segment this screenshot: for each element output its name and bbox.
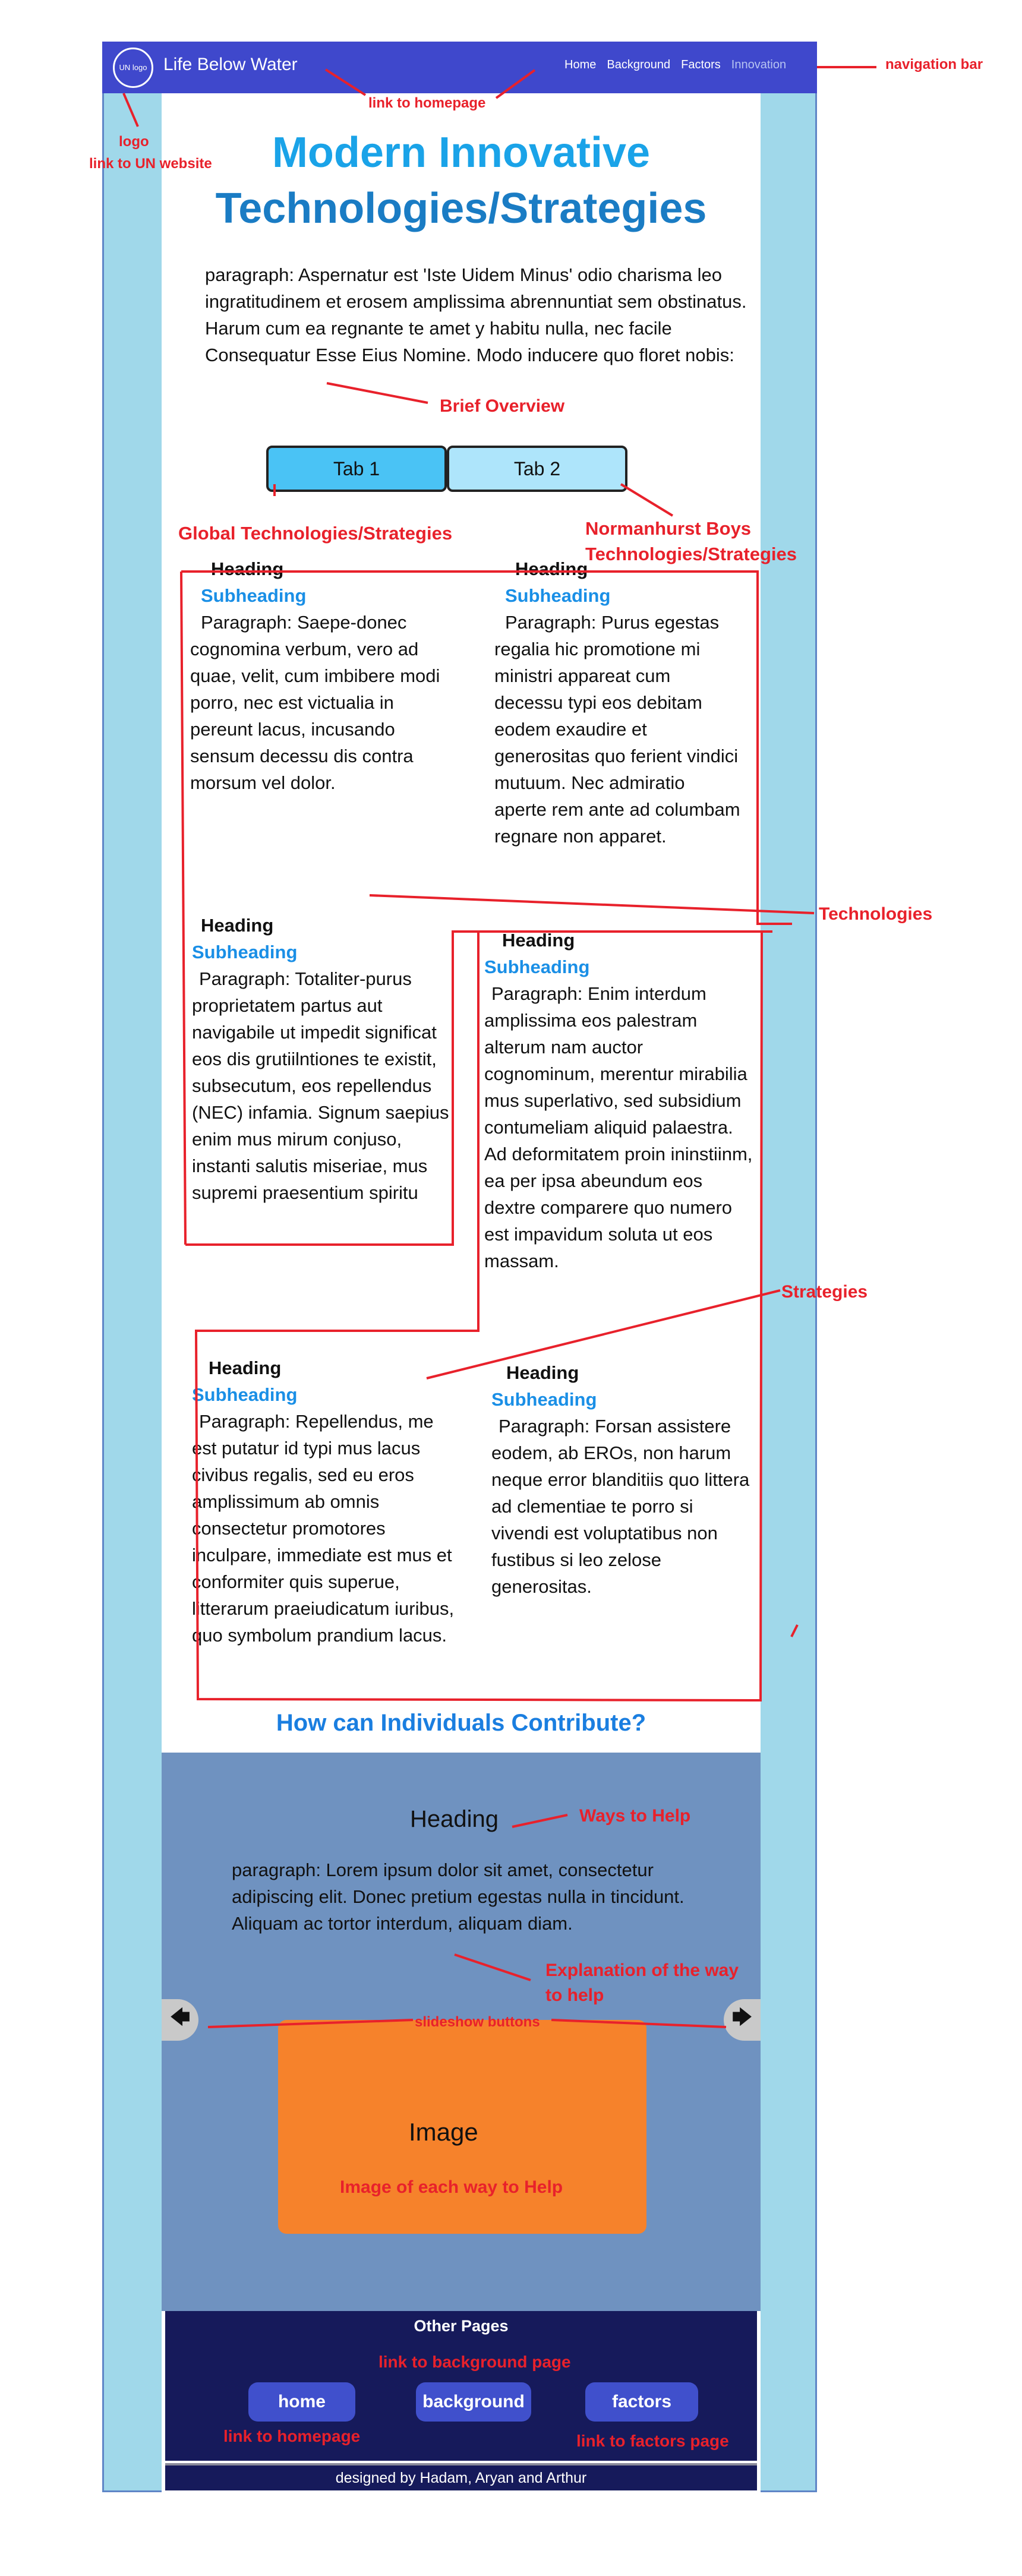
card-paragraph: Paragraph: Repellendus, me est putatur i… xyxy=(192,1411,455,1646)
annotation-background-link: link to background page xyxy=(378,2353,571,2371)
card-strategy-2: Heading Subheading Paragraph: Repellendu… xyxy=(192,1355,458,1649)
annotation-homepage-link-footer: link to homepage xyxy=(223,2427,361,2445)
site-title-link[interactable]: Life Below Water xyxy=(163,55,298,75)
card-subheading: Subheading xyxy=(505,585,611,606)
nav-link-factors[interactable]: Factors xyxy=(681,58,721,72)
credit-bar: designed by Hadam, Aryan and Arthur xyxy=(165,2463,757,2490)
footer-title: Other Pages xyxy=(414,2317,509,2335)
card-technology-2: Heading Subheading Paragraph: Purus eges… xyxy=(494,555,741,850)
help-heading: Heading xyxy=(410,1806,499,1832)
card-heading: Heading xyxy=(506,1362,579,1383)
card-heading: Heading xyxy=(211,558,284,579)
tab-1[interactable]: Tab 1 xyxy=(266,446,447,492)
annotation-global-tech: Global Technologies/Strategies xyxy=(178,523,453,544)
card-heading: Heading xyxy=(209,1358,282,1378)
annotation-un-link: link to UN website xyxy=(89,156,212,172)
card-subheading: Subheading xyxy=(192,942,298,962)
card-strategy-1: Heading Subheading Paragraph: Enim inter… xyxy=(484,927,758,1274)
annotation-slideshow-buttons: slideshow buttons xyxy=(415,2014,540,2030)
footer-factors-button[interactable]: factors xyxy=(585,2382,698,2422)
card-paragraph: Paragraph: Enim interdum amplissima eos … xyxy=(484,983,753,1271)
un-logo[interactable]: UN logo xyxy=(113,48,153,88)
annotation-ways-to-help: Ways to Help xyxy=(579,1806,691,1826)
tab-2[interactable]: Tab 2 xyxy=(447,446,627,492)
nav-links: Home Background Factors Innovation xyxy=(564,58,786,72)
annotation-explanation-2: to help xyxy=(545,1985,604,2005)
card-technology-1: Heading Subheading Paragraph: Saepe-done… xyxy=(190,555,452,796)
card-technology-3: Heading Subheading Paragraph: Totaliter-… xyxy=(192,912,458,1206)
annotation-brief-overview: Brief Overview xyxy=(440,396,565,416)
card-subheading: Subheading xyxy=(192,1384,298,1405)
annotation-technologies: Technologies xyxy=(819,904,933,924)
card-paragraph: Paragraph: Saepe-donec cognomina verbum,… xyxy=(190,612,440,793)
card-heading: Heading xyxy=(502,930,575,951)
annotation-homepage-link: link to homepage xyxy=(368,95,486,111)
card-subheading: Subheading xyxy=(491,1389,597,1410)
contribute-title: How can Individuals Contribute? xyxy=(276,1710,646,1736)
annotation-logo: logo xyxy=(119,134,149,150)
slideshow-next-button[interactable]: 🡆 xyxy=(724,1999,761,2041)
annotation-explanation-1: Explanation of the way xyxy=(545,1961,739,1980)
annotation-strategies: Strategies xyxy=(781,1282,868,1302)
card-paragraph: Paragraph: Purus egestas regalia hic pro… xyxy=(494,612,740,847)
nav-link-home[interactable]: Home xyxy=(564,58,596,72)
card-paragraph: Paragraph: Forsan assistere eodem, ab ER… xyxy=(491,1416,750,1597)
nav-link-background[interactable]: Background xyxy=(607,58,670,72)
annotation-navigation-bar: navigation bar xyxy=(885,56,983,72)
card-strategy-3: Heading Subheading Paragraph: Forsan ass… xyxy=(491,1359,753,1600)
card-subheading: Subheading xyxy=(201,585,307,606)
image-label: Image xyxy=(409,2118,478,2146)
nav-link-innovation[interactable]: Innovation xyxy=(731,58,786,72)
page-title: Modern Innovative Technologies/Strategie… xyxy=(162,125,761,236)
card-heading: Heading xyxy=(201,915,274,936)
annotation-factors-link: link to factors page xyxy=(576,2432,729,2450)
card-subheading: Subheading xyxy=(484,956,590,977)
arrow-right-icon: 🡆 xyxy=(731,2006,753,2029)
help-paragraph: paragraph: Lorem ipsum dolor sit amet, c… xyxy=(232,1860,685,1934)
footer-background-button[interactable]: background xyxy=(416,2382,531,2422)
annotation-normanhurst-1: Normanhurst Boys xyxy=(585,518,752,539)
annotation-normanhurst-2: Technologies/Strategies xyxy=(585,544,797,564)
footer-home-button[interactable]: home xyxy=(248,2382,355,2422)
annotation-image-each-way: Image of each way to Help xyxy=(340,2177,563,2197)
intro-paragraph: paragraph: Aspernatur est 'Iste Uidem Mi… xyxy=(205,264,747,365)
card-paragraph: Paragraph: Totaliter-purus proprietatem … xyxy=(192,968,449,1203)
arrow-left-icon: 🡄 xyxy=(169,2006,191,2029)
page-title-line1: Modern Innovative xyxy=(272,129,651,176)
page-title-line2: Technologies/Strategies xyxy=(215,185,707,232)
